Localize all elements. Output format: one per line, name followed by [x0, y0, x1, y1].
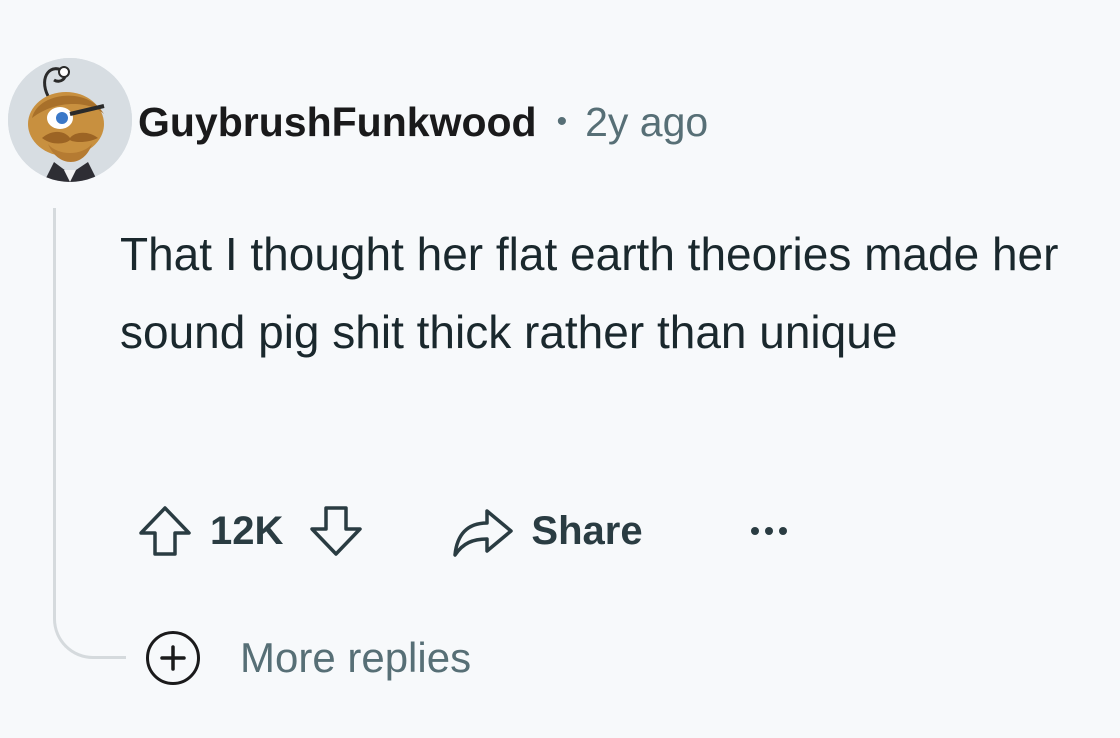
share-button[interactable]: Share [451, 503, 643, 559]
downvote-arrow-icon[interactable] [305, 500, 367, 562]
avatar[interactable] [8, 58, 132, 182]
vote-score: 12K [210, 508, 284, 553]
snoo-avatar-icon [8, 58, 132, 182]
thread-line[interactable] [53, 208, 126, 659]
share-arrow-icon [451, 503, 515, 559]
comment-age[interactable]: 2y ago [585, 99, 708, 146]
comment-body: That I thought her flat earth theories m… [120, 228, 1059, 358]
plus-circle-icon [146, 631, 200, 685]
share-label: Share [531, 508, 643, 553]
comment-header: GuybrushFunkwood • 2y ago [138, 96, 708, 148]
more-replies-button[interactable]: More replies [146, 628, 471, 688]
more-horizontal-icon[interactable] [747, 521, 791, 541]
more-replies-label: More replies [240, 634, 472, 681]
upvote-arrow-icon[interactable] [134, 500, 196, 562]
comment: GuybrushFunkwood • 2y ago That I thought… [0, 0, 1120, 738]
author-username[interactable]: GuybrushFunkwood [138, 99, 537, 146]
comment-actions: 12K Share [134, 500, 791, 562]
meta-separator: • [556, 105, 568, 138]
